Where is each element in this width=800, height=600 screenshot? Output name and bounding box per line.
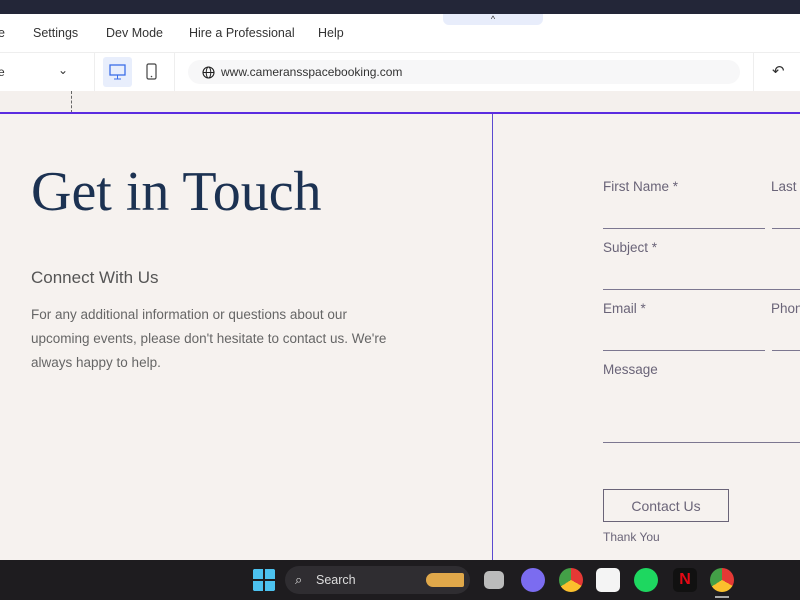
ruler-strip — [0, 91, 800, 113]
menu-item-partial[interactable]: e — [0, 26, 5, 40]
thank-you-text: Thank You — [603, 530, 660, 544]
editor-toolbar: e ⌄ www.cameransspacebooking.com ↶ — [0, 53, 800, 91]
teams-icon[interactable] — [521, 568, 545, 592]
search-label: Search — [316, 573, 356, 587]
desktop-icon — [103, 57, 132, 87]
divider — [94, 53, 95, 91]
mobile-view-icon[interactable] — [144, 62, 160, 82]
collapse-toolbar-button[interactable]: ^ — [443, 14, 543, 25]
phone-label: Phon — [771, 301, 800, 316]
taskbar-search[interactable]: ⌕ Search — [285, 566, 470, 594]
netflix-icon[interactable]: N — [673, 568, 697, 592]
section-description: For any additional information or questi… — [31, 303, 391, 375]
task-view-icon[interactable] — [484, 571, 504, 589]
subject-label: Subject * — [603, 240, 657, 255]
contact-us-button[interactable]: Contact Us — [603, 489, 729, 522]
undo-icon[interactable]: ↶ — [772, 62, 785, 80]
globe-icon — [202, 66, 215, 79]
divider — [753, 53, 754, 91]
chrome-icon[interactable] — [559, 568, 583, 592]
menu-item-settings[interactable]: Settings — [33, 26, 78, 40]
desktop-view-button[interactable] — [103, 57, 132, 87]
guide-line — [71, 91, 72, 113]
chrome-profile-icon[interactable] — [710, 568, 734, 592]
url-bar[interactable]: www.cameransspacebooking.com — [188, 60, 740, 84]
divider — [174, 53, 175, 91]
menu-item-dev-mode[interactable]: Dev Mode — [106, 26, 163, 40]
page-title: Get in Touch — [31, 160, 322, 224]
page-select[interactable]: e — [0, 65, 5, 79]
taskbar: ⌕ Search N — [0, 560, 800, 600]
first-name-input[interactable] — [603, 228, 765, 229]
message-input[interactable] — [603, 442, 800, 443]
last-name-input[interactable] — [772, 228, 800, 229]
microsoft-store-icon[interactable] — [596, 568, 620, 592]
phone-input[interactable] — [772, 350, 800, 351]
column-divider — [492, 114, 493, 560]
first-name-label: First Name * — [603, 179, 678, 194]
email-label: Email * — [603, 301, 646, 316]
subject-input[interactable] — [603, 289, 800, 290]
menu-item-hire-professional[interactable]: Hire a Professional — [189, 26, 295, 40]
email-input[interactable] — [603, 350, 765, 351]
url-text: www.cameransspacebooking.com — [221, 65, 402, 79]
spotify-icon[interactable] — [634, 568, 658, 592]
window-titlebar — [0, 0, 800, 14]
windows-start-icon[interactable] — [252, 568, 276, 592]
menu-item-help[interactable]: Help — [318, 26, 344, 40]
section-subtitle: Connect With Us — [31, 268, 159, 288]
menu-bar: e Settings Dev Mode Hire a Professional … — [0, 14, 800, 53]
section-selection-border — [0, 112, 800, 114]
message-label: Message — [603, 362, 658, 377]
chevron-down-icon[interactable]: ⌄ — [58, 63, 68, 77]
active-indicator — [715, 596, 729, 598]
search-icon: ⌕ — [295, 566, 302, 594]
pizza-icon — [426, 573, 464, 587]
last-name-label: Last — [771, 179, 797, 194]
